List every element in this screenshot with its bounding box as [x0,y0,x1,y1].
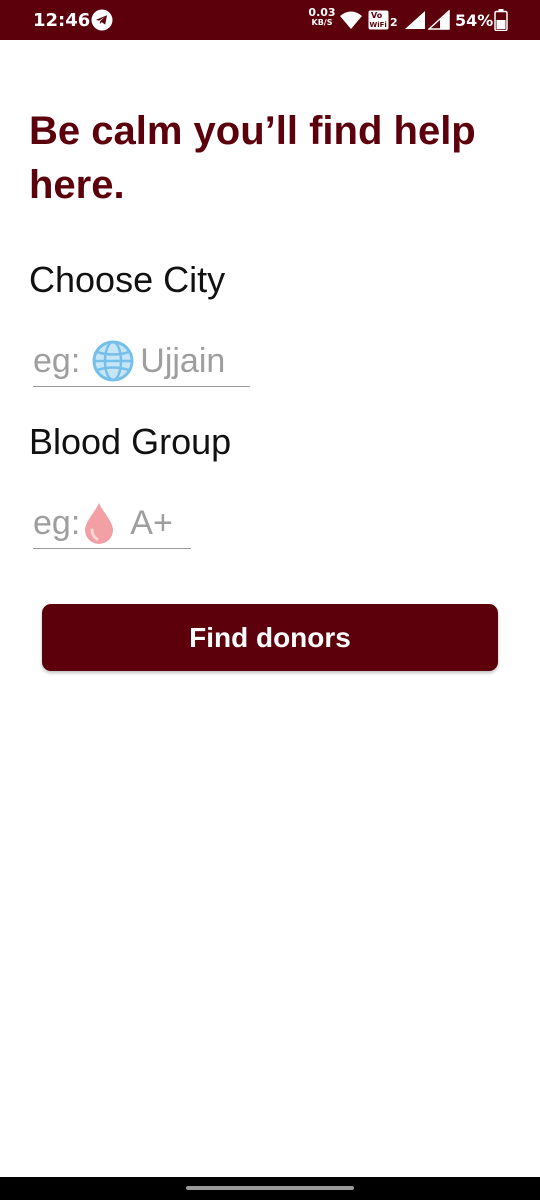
battery-icon [494,9,508,31]
city-input[interactable]: eg: Ujjain [33,338,250,387]
blood-group-placeholder: eg: A+ [33,500,191,546]
city-placeholder-text: Ujjain [140,341,226,380]
volte-sim-number: 2 [390,16,398,29]
volte-wifi-icon: Vo WiFi 2 [368,10,398,30]
find-donors-button[interactable]: Find donors [42,604,498,671]
signal-strength-secondary-icon [428,10,450,30]
blood-drop-icon [85,503,114,544]
signal-strength-icon [405,11,425,29]
page-headline: Be calm you’ll find help here. [29,109,476,207]
network-speed-value: 0.03 [308,6,336,19]
blood-placeholder-text: A+ [130,503,173,542]
status-time: 12:46 [33,10,91,31]
blood-group-label: Blood Group [29,421,232,462]
home-gesture-handle[interactable] [186,1186,354,1190]
network-speed: 0.03 KB/S [306,6,338,28]
telegram-icon [91,9,113,31]
battery-percentage: 54% [455,11,494,30]
network-speed-unit: KB/S [311,18,333,27]
blood-group-input[interactable]: eg: A+ [33,500,191,549]
blood-placeholder-prefix: eg: [33,503,81,542]
city-label: Choose City [29,259,226,300]
volte-bottom-label: WiFi [370,21,387,29]
wifi-icon [340,11,362,29]
globe-icon [92,340,134,382]
navigation-bar [0,1177,540,1200]
status-bar: 12:46 0.03 KB/S Vo WiFi 2 54% [0,0,540,40]
volte-top-label: Vo [371,11,383,20]
city-placeholder: eg: Ujjain [33,338,250,384]
city-placeholder-prefix: eg: [33,341,81,380]
